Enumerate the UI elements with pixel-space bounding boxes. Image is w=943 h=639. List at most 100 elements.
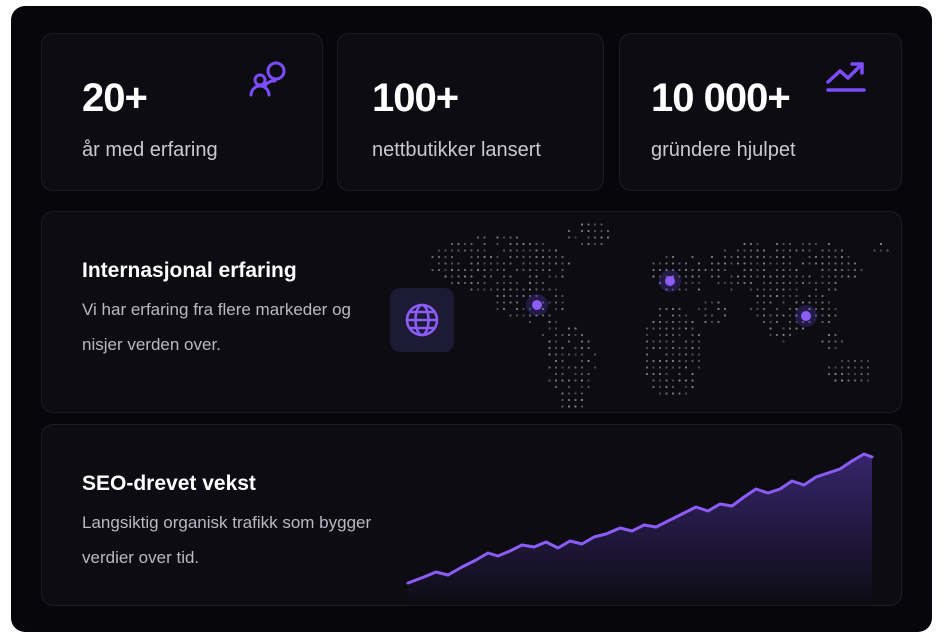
map-dot [788,262,792,265]
map-dot [457,268,460,272]
map-dot [834,333,837,337]
map-dot [847,255,850,259]
map-dot [795,288,798,291]
map-dot [515,236,519,239]
map-dot [665,379,668,382]
map-dot [795,327,798,330]
map-dot [580,242,584,246]
map-dot [730,275,733,278]
map-dot [671,262,675,265]
map-dot [821,320,824,324]
map-dot [554,249,558,252]
map-dot [463,249,467,252]
map-dot [437,249,441,252]
map-dot [522,307,525,311]
map-dot [463,242,467,246]
map-dot [561,262,564,265]
map-dot [762,262,766,265]
map-dot [775,333,779,337]
map-dot [782,340,785,343]
map-dot [821,249,824,252]
map-dot [853,262,857,265]
map-dot [554,255,558,259]
map-dot [476,262,480,265]
map-dot [678,333,681,337]
map-dot [502,294,506,298]
map-dot [658,379,662,382]
map-dot [827,346,831,350]
map-dot [509,301,512,304]
map-dot [496,236,499,239]
map-dot [762,294,766,298]
map-dot [678,372,681,376]
map-dot [457,242,460,246]
map-dot [723,255,727,259]
map-dot [450,268,454,272]
map-dot [730,281,733,285]
map-dot [671,359,675,363]
map-dot [522,255,525,259]
map-dot [808,281,811,285]
map-dot [671,320,675,324]
map-dot [814,281,818,285]
map-dot [528,249,532,252]
map-dot [665,372,668,376]
map-dot [561,333,564,337]
map-dot [535,275,538,278]
map-dot [548,301,551,304]
map-dot [470,242,473,246]
map-dot [860,379,863,382]
map-dot [697,353,701,356]
map-dot [593,236,597,239]
map-dot [645,333,649,337]
map-dot [795,301,798,304]
map-dot [535,262,538,265]
map-dot [509,249,512,252]
map-dot [665,320,668,324]
map-dot [697,275,701,278]
map-dot [561,405,564,408]
map-dot [548,320,551,324]
map-dot [808,249,811,252]
map-dot [782,333,785,337]
map-dot [645,353,649,356]
map-dot [814,307,818,311]
map-dot [509,262,512,265]
map-dot [886,249,889,252]
map-dot [723,314,727,317]
stats-panel: 20+ år med erfaring 100+ nettbutikker la… [11,6,932,632]
map-dot [678,392,681,395]
map-dot [567,398,571,402]
map-dot [691,372,694,376]
map-dot [509,236,512,239]
map-dot [554,366,558,369]
map-dot [730,255,733,259]
map-dot [580,385,584,389]
map-dot [821,255,824,259]
map-dot [697,340,701,343]
map-dot [502,275,506,278]
map-dot [762,281,766,285]
map-dot [769,314,772,317]
map-dot [574,372,577,376]
map-dot [535,242,538,246]
map-dot [840,372,844,376]
map-dot [470,249,473,252]
map-dot [827,301,831,304]
stat-label: år med erfaring [82,139,218,161]
map-dot [866,379,870,382]
map-dot [840,275,844,278]
map-dot [749,288,753,291]
map-dot [548,275,551,278]
map-dot [541,268,545,272]
map-dot [580,223,584,226]
map-dot [515,294,519,298]
map-dot [574,392,577,395]
map-dot [691,385,694,389]
map-dot [658,346,662,350]
map-dot [450,281,454,285]
map-dot [567,379,571,382]
map-dot [528,262,532,265]
map-dot [749,268,753,272]
map-dot [652,385,655,389]
